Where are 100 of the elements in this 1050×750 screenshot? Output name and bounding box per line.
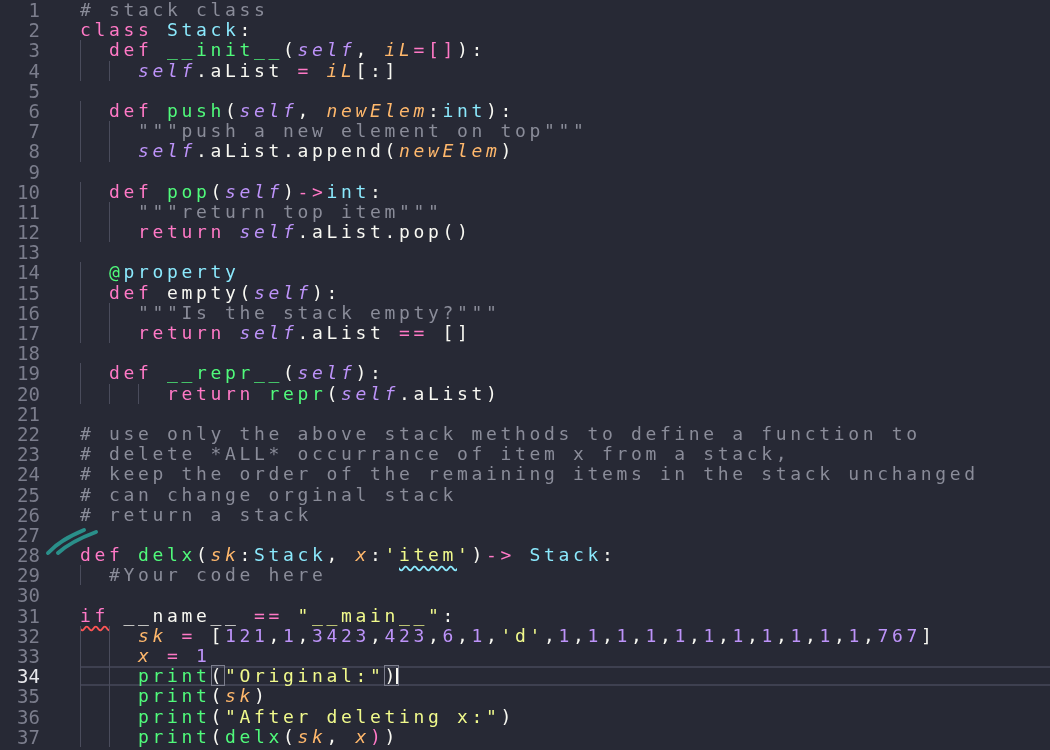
number-literal: 1 (645, 624, 660, 646)
string-literal: "After deleting x:" (225, 705, 501, 727)
function-name: pop (167, 180, 211, 202)
self-keyword: self (297, 39, 356, 61)
variable-name: newElem (326, 99, 428, 121)
operator: -> (297, 180, 327, 202)
code-text: , (660, 624, 675, 646)
keyword: def (109, 180, 153, 202)
self-keyword: self (138, 140, 196, 162)
line-number: 26 (16, 504, 40, 525)
type-name: int (442, 99, 486, 121)
type-name: Stack (254, 544, 327, 566)
line-number: 2 (27, 20, 40, 41)
code-text: , (805, 624, 820, 646)
decorator-symbol: @ (109, 261, 124, 283)
code-text: , (776, 624, 791, 646)
keyword: def (109, 99, 153, 121)
code-text: ): (486, 99, 515, 121)
line-number: 29 (16, 565, 40, 586)
code-text: ( (225, 99, 240, 121)
line-number: 20 (16, 383, 40, 404)
code-comment: # can change orginal stack (80, 483, 457, 505)
self-keyword: self (225, 180, 283, 202)
self-keyword: self (239, 99, 298, 121)
code-text: ) (254, 685, 269, 707)
number-literal: 1 (732, 624, 747, 646)
number-literal: 3423 (312, 624, 370, 646)
number-literal: 1 (283, 624, 298, 646)
number-literal: 1 (790, 624, 805, 646)
line-number: 22 (16, 423, 40, 445)
code-text: , (268, 624, 283, 646)
matched-bracket: ( (210, 665, 225, 687)
keyword: class (80, 19, 153, 41)
line-number: 1 (27, 0, 40, 21)
code-text: __name__ (123, 604, 240, 626)
code-text: , (689, 624, 704, 646)
code-comment: # stack class (80, 0, 269, 20)
type-name: Stack (167, 19, 240, 41)
line-number: 30 (16, 585, 40, 606)
code-text: .aList.append( (196, 140, 399, 162)
line-number: 36 (16, 706, 40, 727)
keyword: def (109, 39, 153, 61)
code-text: , (573, 624, 588, 646)
line-number: 28 (16, 545, 40, 566)
function-name: delx (138, 544, 196, 566)
code-text: , (428, 624, 443, 646)
function-name: repr (268, 382, 327, 404)
line-number: 11 (16, 201, 40, 223)
line-number: 6 (27, 100, 40, 122)
keyword: return (167, 382, 254, 404)
line-number: 25 (16, 484, 40, 505)
self-keyword: self (239, 322, 298, 343)
variable-name: sk (138, 624, 167, 646)
code-comment: # delete *ALL* occurrance of item x from a stack, (80, 443, 791, 465)
type-name: property (123, 261, 240, 283)
code-text: [:] (355, 59, 399, 81)
code-text: .aList.pop() (297, 221, 472, 243)
variable-name: sk (210, 544, 240, 566)
line-number: 23 (16, 444, 40, 465)
function-name: delx (225, 725, 283, 747)
code-text: ( (196, 544, 211, 566)
number-literal: 121 (225, 624, 269, 646)
line-number: 17 (16, 323, 40, 344)
line-number: 13 (16, 242, 40, 263)
self-keyword: self (297, 362, 356, 384)
code-text: , (370, 624, 385, 646)
code-text: : (239, 544, 254, 566)
line-number: 7 (27, 121, 40, 142)
operator: = (297, 59, 312, 81)
code-text: : (239, 19, 254, 41)
type-name: Stack (529, 544, 602, 566)
code-text: ): (312, 281, 341, 303)
variable-name: x (355, 544, 370, 566)
line-number: 8 (27, 141, 40, 162)
code-text: , (631, 624, 646, 646)
code-text: ) (283, 180, 298, 202)
self-keyword: self (138, 59, 196, 81)
code-text: .aList (196, 59, 283, 81)
code-text: [] (442, 322, 472, 343)
code-text: ( (283, 725, 298, 747)
code-text: .aList (297, 322, 385, 343)
operator: = (167, 645, 182, 666)
code-text: , (863, 624, 878, 646)
code-text: : (602, 544, 617, 566)
code-text: .aList) (398, 382, 501, 404)
code-text: : (370, 180, 385, 202)
code-text: , (544, 624, 559, 646)
number-literal: 767 (877, 624, 921, 646)
line-number: 15 (16, 282, 40, 303)
function-name: print (138, 665, 211, 687)
code-text: ): (457, 39, 486, 61)
line-number: 27 (16, 524, 40, 546)
code-text: ) (500, 705, 515, 727)
code-text: ( (283, 39, 298, 61)
keyword: def (109, 281, 153, 303)
keyword: def (109, 362, 153, 384)
line-number: 14 (16, 262, 40, 283)
number-literal: 1 (674, 624, 689, 646)
operator: = (181, 624, 196, 646)
number-literal: 423 (384, 624, 428, 646)
